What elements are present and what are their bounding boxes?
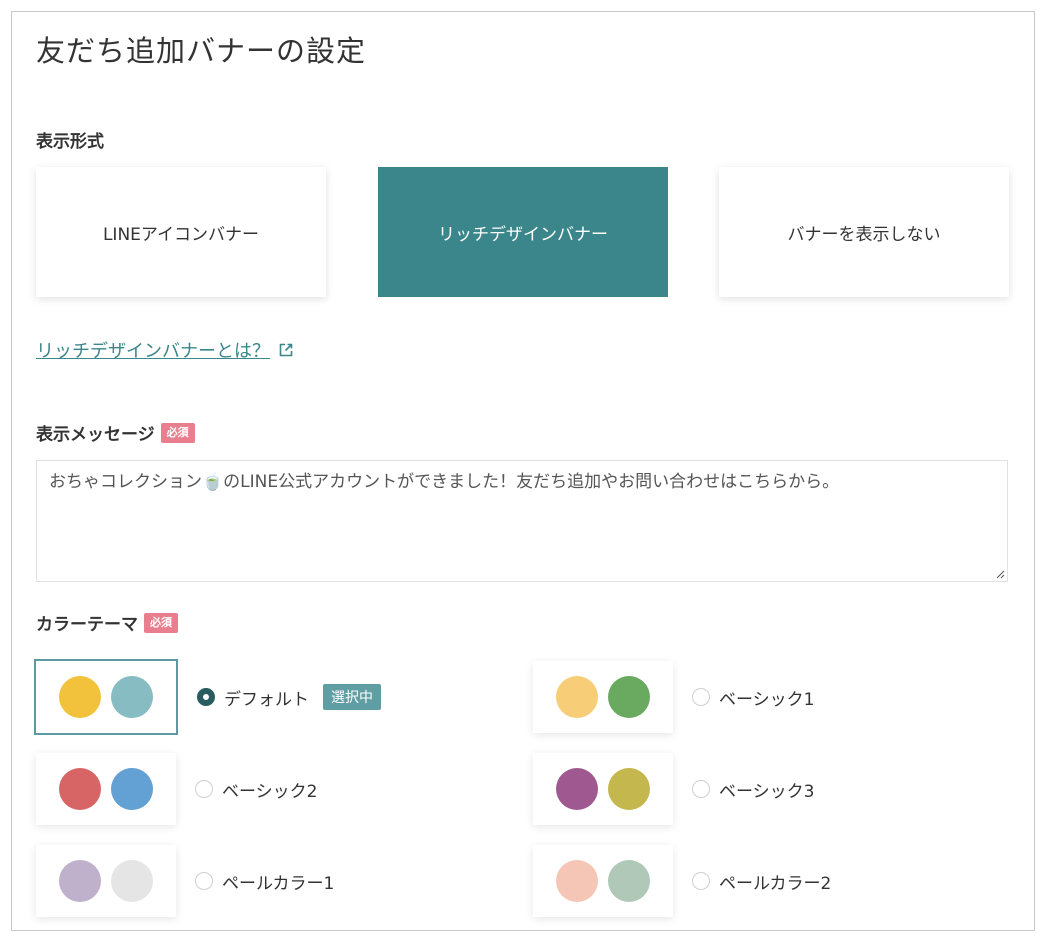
help-link-text: リッチデザインバナーとは？ [36,341,270,362]
theme-label-basic1: ベーシック1 [719,689,815,710]
theme-swatch-pale2[interactable] [533,845,673,917]
theme-option-pale1[interactable]: ペールカラー1 [36,845,334,917]
theme-radio-basic2[interactable] [195,780,213,798]
color-dot-secondary [608,768,650,810]
theme-label-basic2: ベーシック2 [222,781,318,802]
format-option-line-icon-banner[interactable]: LINEアイコンバナー [36,167,326,297]
rich-design-help-link[interactable]: リッチデザインバナーとは？ [36,337,294,363]
color-dot-secondary [111,860,153,902]
color-dot-primary [556,676,598,718]
theme-label-pale2: ペールカラー2 [719,873,832,894]
color-dot-primary [59,860,101,902]
required-badge: 必須 [144,612,178,633]
theme-swatch-pale1[interactable] [36,845,176,917]
format-option-label: リッチデザインバナー [438,224,608,245]
page-title: 友だち追加バナーの設定 [36,34,367,68]
external-link-icon [279,343,293,357]
theme-label-basic3: ベーシック3 [719,781,815,802]
theme-radio-pale1[interactable] [195,872,213,890]
theme-label-default: デフォルト [224,689,309,710]
color-dot-primary [556,860,598,902]
format-option-label: LINEアイコンバナー [102,224,260,245]
settings-panel: 友だち追加バナーの設定 表示形式 LINEアイコンバナー リッチデザインバナー … [11,11,1035,931]
message-label-text: 表示メッセージ [36,425,155,445]
format-option-rich-design-banner[interactable]: リッチデザインバナー [378,167,668,297]
theme-radio-basic1[interactable] [692,688,710,706]
display-format-label-text: 表示形式 [36,132,104,152]
color-dot-secondary [608,676,650,718]
theme-label-pale1: ペールカラー1 [222,873,335,894]
format-option-hide-banner[interactable]: バナーを表示しない [719,167,1009,297]
theme-option-basic1[interactable]: ベーシック1 [533,661,814,733]
theme-swatch-default[interactable] [34,659,178,735]
color-dot-secondary [608,860,650,902]
theme-swatch-basic2[interactable] [36,753,176,825]
theme-option-basic2[interactable]: ベーシック2 [36,753,317,825]
color-theme-label: カラーテーマ 必須 [36,610,178,635]
theme-option-pale2[interactable]: ペールカラー2 [533,845,831,917]
message-textarea[interactable]: おちゃコレクション🍵のLINE公式アカウントができました！友だち追加やお問い合わ… [36,460,1008,582]
message-text: おちゃコレクション🍵のLINE公式アカウントができました！友だち追加やお問い合わ… [49,472,840,492]
required-badge: 必須 [160,422,195,443]
theme-option-default[interactable]: デフォルト 選択中 [34,659,381,735]
color-theme-label-text: カラーテーマ [36,615,138,635]
color-dot-primary [556,768,598,810]
theme-swatch-basic3[interactable] [533,753,673,825]
theme-radio-default[interactable] [197,688,215,706]
resize-handle-icon[interactable] [995,569,1005,579]
theme-swatch-basic1[interactable] [533,661,673,733]
color-dot-secondary [111,768,153,810]
format-option-label: バナーを表示しない [787,224,941,245]
color-dot-primary [59,768,101,810]
display-format-label: 表示形式 [36,127,104,152]
color-dot-primary [59,676,101,718]
message-label: 表示メッセージ 必須 [36,420,195,445]
selected-badge: 選択中 [323,684,381,710]
color-dot-secondary [111,676,153,718]
theme-radio-basic3[interactable] [692,780,710,798]
theme-option-basic3[interactable]: ベーシック3 [533,753,814,825]
theme-radio-pale2[interactable] [692,872,710,890]
